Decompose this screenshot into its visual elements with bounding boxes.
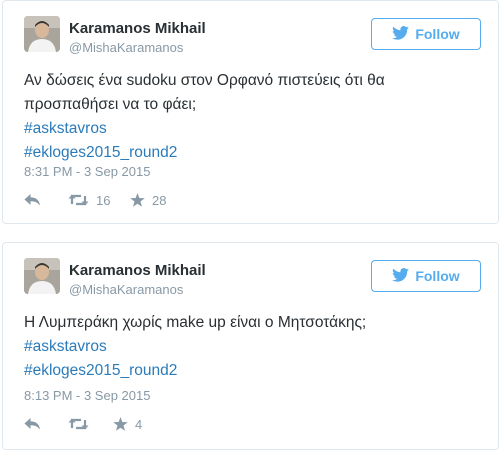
avatar[interactable]	[24, 258, 60, 294]
tweet-text-line: Αν δώσεις ένα sudoku στον Ορφανό πιστεύε…	[24, 72, 385, 89]
tweet-card: Karamanos Mikhail @MishaKaramanos Follow…	[2, 242, 499, 450]
twitter-bird-icon	[392, 267, 410, 285]
retweet-count: 16	[96, 192, 111, 208]
hashtag-link[interactable]: #ekloges2015_round2	[24, 141, 480, 165]
hashtag-link[interactable]: #ekloges2015_round2	[24, 359, 480, 383]
follow-button[interactable]: Follow	[371, 18, 481, 50]
reply-icon	[24, 193, 41, 207]
tweet-text-line: Η Λυμπεράκη χωρίς make up είναι ο Μητσοτ…	[24, 314, 367, 331]
follow-button-label: Follow	[415, 268, 460, 284]
reply-button[interactable]	[24, 190, 41, 210]
retweet-button[interactable]: 16	[68, 190, 110, 210]
tweet-timestamp[interactable]: 8:13 PM - 3 Sep 2015	[24, 388, 150, 403]
retweet-button[interactable]	[68, 414, 96, 434]
tweet-text: Αν δώσεις ένα sudoku στον Ορφανό πιστεύε…	[24, 69, 480, 165]
hashtag-link[interactable]: #askstavros	[24, 117, 480, 141]
favorite-button[interactable]: 4	[113, 414, 142, 434]
tweet-timestamp[interactable]: 8:31 PM - 3 Sep 2015	[24, 164, 150, 179]
tweet-text-line: προσπαθήσει να το φάει;	[24, 96, 197, 113]
favorite-count: 28	[152, 192, 167, 208]
tweet-text: Η Λυμπεράκη χωρίς make up είναι ο Μητσοτ…	[24, 311, 480, 383]
tweet-card: Karamanos Mikhail @MishaKaramanos Follow…	[2, 0, 499, 224]
author-name[interactable]: Karamanos Mikhail	[69, 20, 206, 37]
retweet-icon	[68, 193, 89, 207]
author-handle[interactable]: @MishaKaramanos	[69, 282, 183, 297]
hashtag-link[interactable]: #askstavros	[24, 335, 480, 359]
favorite-star-icon	[130, 193, 145, 207]
retweet-icon	[68, 417, 89, 431]
favorite-count: 4	[135, 416, 143, 432]
follow-button[interactable]: Follow	[371, 260, 481, 292]
avatar[interactable]	[24, 16, 60, 52]
follow-button-label: Follow	[415, 26, 460, 42]
reply-button[interactable]	[24, 414, 41, 434]
favorite-button[interactable]: 28	[130, 190, 166, 210]
favorite-star-icon	[113, 417, 128, 431]
twitter-bird-icon	[392, 25, 410, 43]
author-name[interactable]: Karamanos Mikhail	[69, 262, 206, 279]
reply-icon	[24, 417, 41, 431]
author-handle[interactable]: @MishaKaramanos	[69, 40, 183, 55]
